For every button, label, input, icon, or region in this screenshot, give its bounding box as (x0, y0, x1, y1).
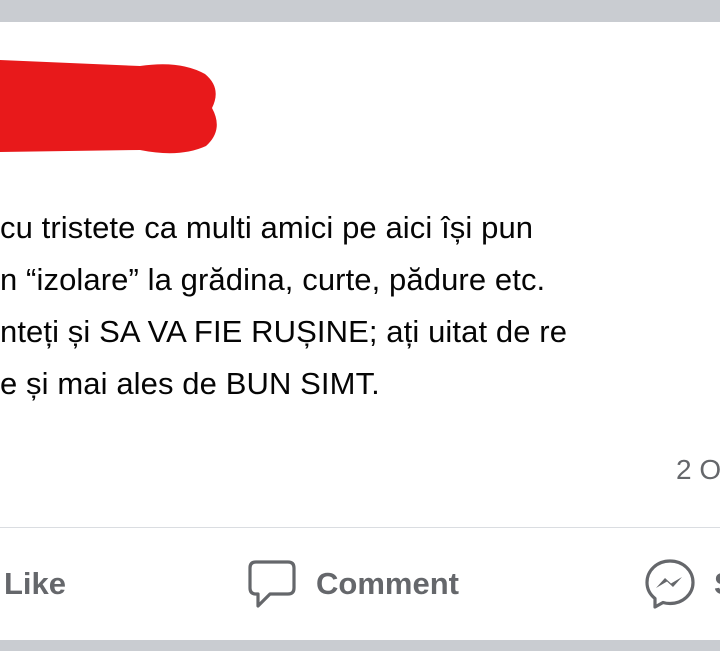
bottom-separator (0, 640, 720, 651)
post-timestamp[interactable]: 2 O (676, 454, 720, 486)
like-label: Like (4, 566, 67, 601)
top-separator (0, 0, 720, 22)
redaction-mark (0, 60, 217, 154)
comment-icon (246, 558, 298, 610)
like-button[interactable]: Like (4, 528, 66, 640)
post-actions: Like Comment S (0, 528, 720, 640)
comment-label: Comment (316, 566, 459, 601)
share-button[interactable]: S (644, 528, 720, 640)
post-text-line: cu tristete ca multi amici pe aici își p… (0, 210, 534, 245)
messenger-icon (644, 558, 696, 610)
post-card: cu tristete ca multi amici pe aici își p… (0, 22, 720, 640)
comment-button[interactable]: Comment (246, 528, 459, 640)
post-text-line: n “izolare” la grădina, curte, pădure et… (0, 262, 546, 297)
share-label: S (714, 566, 720, 602)
post-text-line: e și mai ales de BUN SIMT. (0, 366, 380, 401)
post-text-line: nteți și SA VA FIE RUȘINE; ați uitat de … (0, 314, 568, 349)
